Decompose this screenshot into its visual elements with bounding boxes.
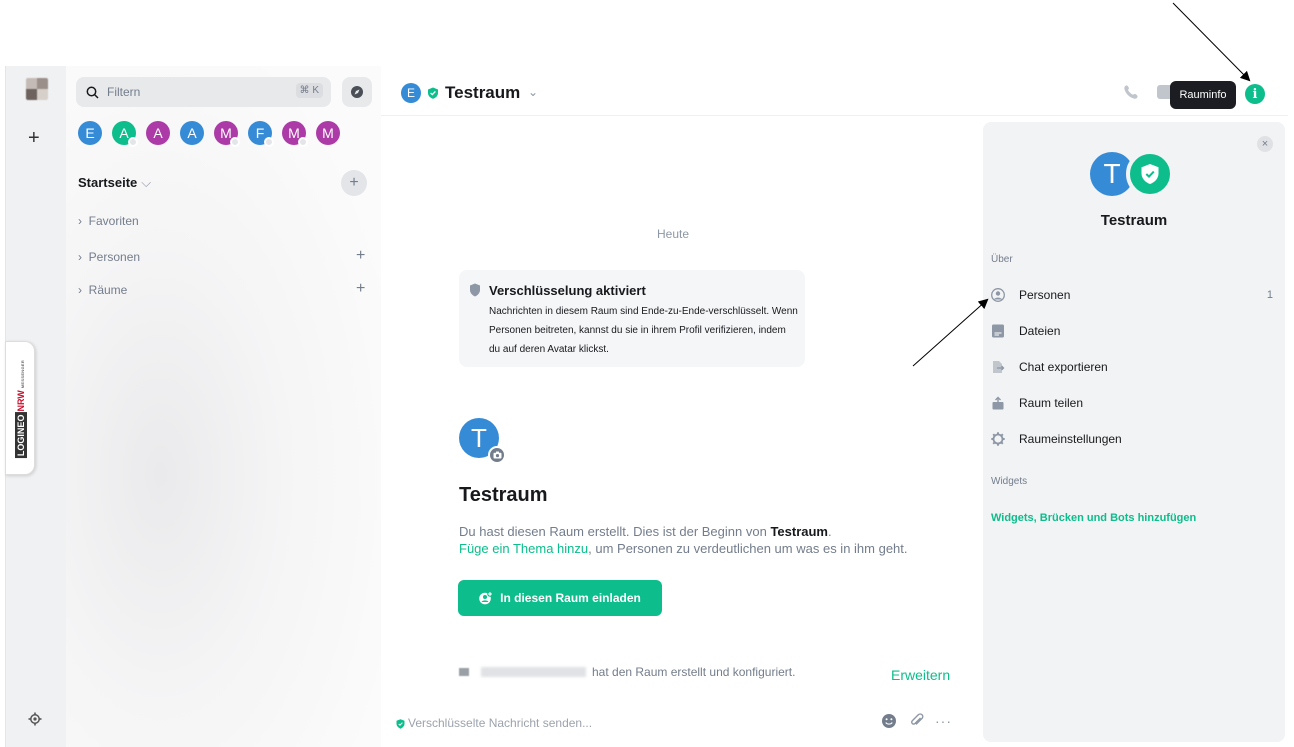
recent-room-avatar[interactable]: A: [112, 121, 138, 147]
recent-room-avatar[interactable]: E: [78, 121, 102, 145]
filter-placeholder: Filtern: [107, 85, 141, 99]
room-name[interactable]: Testraum: [445, 83, 520, 103]
message-composer[interactable]: Verschlüsselte Nachricht senden...: [408, 716, 592, 730]
panel-item-room-settings[interactable]: Raumeinstellungen: [991, 428, 1277, 450]
panel-item-export-chat[interactable]: Chat exportieren: [991, 356, 1277, 378]
encryption-notice: Verschlüsselung aktiviert Nachrichten in…: [459, 270, 805, 367]
about-label: Über: [991, 254, 1013, 265]
presence-badge-icon: [128, 137, 138, 147]
room-info-button[interactable]: i: [1245, 84, 1265, 104]
explore-rooms-button[interactable]: [342, 77, 372, 107]
settings-icon: [991, 432, 1005, 446]
add-person-button[interactable]: +: [356, 247, 365, 265]
presence-badge-icon: [298, 137, 308, 147]
invite-button[interactable]: In diesen Raum einladen: [458, 580, 662, 616]
encryption-title: Verschlüsselung aktiviert: [489, 283, 646, 298]
emoji-icon[interactable]: [881, 713, 897, 729]
recent-room-avatar[interactable]: A: [146, 121, 170, 145]
shield-verified-icon: [428, 87, 438, 99]
space-rail: + LOGINEONRWMESSENGER: [5, 66, 66, 747]
blurred-avatar: [459, 668, 469, 676]
recent-room-avatar[interactable]: A: [180, 121, 204, 145]
presence-badge-icon: [230, 137, 240, 147]
user-avatar[interactable]: [26, 78, 48, 100]
tooltip-rauminfo: Rauminfo: [1170, 81, 1236, 109]
recent-room-avatar[interactable]: F: [248, 121, 274, 147]
presence-badge-icon: [264, 137, 274, 147]
widgets-label: Widgets: [991, 476, 1028, 487]
panel-item-files[interactable]: Dateien: [991, 320, 1277, 342]
room-created-event: hat den Raum erstellt und konfiguriert.: [459, 665, 795, 679]
add-room-section-button[interactable]: +: [356, 280, 365, 298]
day-separator: Heute: [657, 227, 690, 241]
room-view: E Testraum ⌄ Rauminfo i Heute Verschlüss…: [381, 66, 1288, 747]
shield-verified-icon: [1126, 150, 1174, 198]
create-space-button[interactable]: +: [28, 128, 40, 148]
add-widgets-link[interactable]: Widgets, Brücken und Bots hinzufügen: [991, 512, 1196, 524]
section-favorites[interactable]: › Favoriten: [78, 214, 139, 228]
section-people[interactable]: › Personen: [78, 250, 140, 264]
add-room-button[interactable]: +: [341, 170, 367, 196]
attachment-icon[interactable]: [909, 713, 925, 729]
search-icon: [86, 86, 99, 99]
settings-gear-icon[interactable]: [28, 712, 42, 726]
filter-input[interactable]: Filtern ⌘ K: [76, 77, 331, 107]
panel-item-people[interactable]: Personen 1: [991, 284, 1277, 306]
home-heading[interactable]: Startseite ⌵: [78, 175, 151, 191]
camera-icon[interactable]: [488, 446, 506, 464]
export-icon: [993, 361, 1005, 373]
room-avatar[interactable]: E: [401, 83, 421, 103]
compass-icon: [351, 86, 363, 98]
section-rooms[interactable]: › Räume: [78, 283, 127, 297]
close-panel-button[interactable]: ×: [1257, 136, 1273, 152]
person-icon: [991, 288, 1005, 302]
share-icon: [992, 396, 1004, 410]
logineo-logo: LOGINEONRWMESSENGER: [15, 359, 27, 459]
panel-item-share-room[interactable]: Raum teilen: [991, 392, 1277, 414]
app-window: + LOGINEONRWMESSENGER Filtern ⌘ K E A A …: [5, 66, 1288, 747]
room-header: E Testraum ⌄ Rauminfo i: [381, 66, 1288, 116]
shortcut-hint: ⌘ K: [295, 83, 323, 98]
phone-call-icon[interactable]: [1123, 84, 1139, 100]
shield-verified-icon: [396, 719, 405, 729]
recent-room-avatar[interactable]: M: [282, 121, 308, 147]
files-icon: [992, 324, 1004, 338]
encryption-body: Nachrichten in diesem Raum sind Ende-zu-…: [489, 306, 798, 355]
composer-actions: ···: [881, 713, 952, 729]
add-user-icon: [479, 591, 493, 605]
chevron-down-icon[interactable]: ⌄: [528, 85, 538, 99]
shield-icon: [470, 283, 480, 297]
room-info-panel: × T Testraum Über Personen 1 Dateien Cha…: [983, 122, 1285, 742]
recent-rooms-strip: EAAAMFMM: [78, 121, 350, 147]
expand-link[interactable]: Erweitern: [891, 667, 950, 683]
logineo-messenger-tab[interactable]: LOGINEONRWMESSENGER: [5, 341, 35, 475]
recent-room-avatar[interactable]: M: [316, 121, 340, 145]
add-topic-link[interactable]: Füge ein Thema hinzu: [459, 541, 588, 556]
room-list: Filtern ⌘ K EAAAMFMM Startseite ⌵ + › Fav…: [66, 66, 381, 747]
panel-room-title: Testraum: [1100, 212, 1168, 229]
blurred-username: [481, 667, 586, 677]
people-count: 1: [1266, 289, 1273, 301]
room-intro-text: Du hast diesen Raum erstellt. Dies ist d…: [459, 524, 908, 556]
room-intro-title: Testraum: [459, 484, 548, 506]
recent-room-avatar[interactable]: M: [214, 121, 240, 147]
more-options-icon[interactable]: ···: [935, 713, 952, 729]
